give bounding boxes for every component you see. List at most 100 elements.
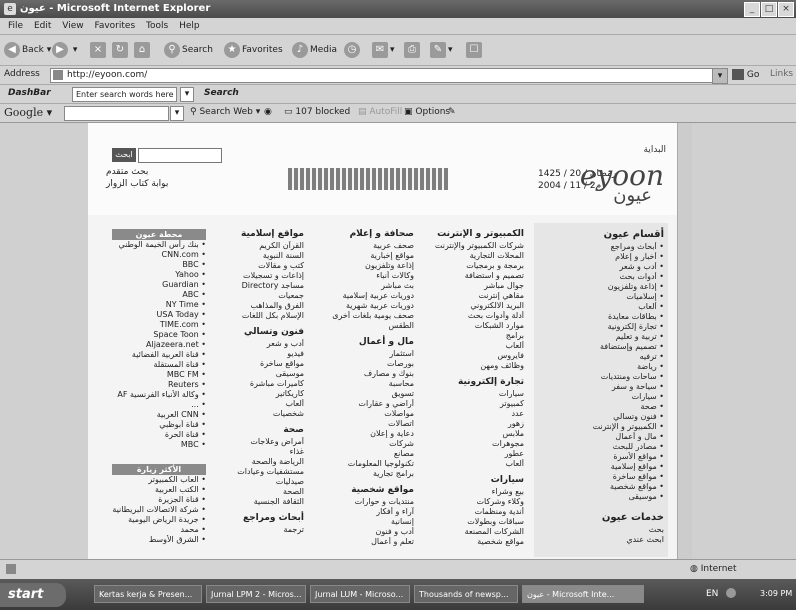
task-button-5[interactable]: عيون - Microsoft Inte... bbox=[522, 585, 644, 603]
link-item[interactable]: السنة النبوية bbox=[212, 251, 304, 261]
computer-heading[interactable]: الكمبيوتر و الإنترنت bbox=[420, 229, 524, 239]
link-item[interactable]: أراضي و عقارات bbox=[310, 399, 414, 409]
address-dropdown-button[interactable]: ▾ bbox=[712, 68, 728, 84]
link-item[interactable]: • Space Toon bbox=[112, 330, 206, 340]
link-item[interactable]: • محمد bbox=[112, 525, 206, 535]
search-button[interactable]: ⚲ Search bbox=[164, 41, 213, 59]
link-item[interactable]: الرياضة والصحة bbox=[212, 457, 304, 467]
link-item[interactable]: البريد الالكتروني bbox=[420, 301, 524, 311]
link-item[interactable]: • تربية و تعليم bbox=[534, 332, 664, 342]
link-item[interactable]: • إسلاميات bbox=[534, 292, 664, 302]
home-link[interactable]: البداية bbox=[643, 145, 666, 155]
link-item[interactable]: ملابس bbox=[420, 429, 524, 439]
home-button[interactable]: ⌂ bbox=[134, 41, 152, 59]
link-item[interactable]: كاميرات مباشرة bbox=[212, 379, 304, 389]
link-item[interactable]: • مواقع الأسرة bbox=[534, 452, 664, 462]
link-item[interactable]: • قناة الحرة bbox=[112, 430, 206, 440]
link-item[interactable]: • تجارة إلكترونية bbox=[534, 322, 664, 332]
go-button[interactable]: Go bbox=[732, 69, 759, 80]
link-item[interactable]: تسويق bbox=[310, 389, 414, 399]
link-item[interactable]: منتديات و حوارات bbox=[310, 497, 414, 507]
link-item[interactable]: مصانع bbox=[310, 449, 414, 459]
link-item[interactable]: أندية ومنظمات bbox=[420, 507, 524, 517]
menu-file[interactable]: File bbox=[8, 21, 23, 31]
link-item[interactable]: • أدوات بحث bbox=[534, 272, 664, 282]
advanced-search-link[interactable]: بحث متقدم bbox=[106, 167, 148, 177]
link-item[interactable]: • فنون وتسالي bbox=[534, 412, 664, 422]
link-item[interactable]: • ألعاب bbox=[534, 302, 664, 312]
link-item[interactable]: تصميم و استضافة bbox=[420, 271, 524, 281]
menu-edit[interactable]: Edit bbox=[34, 21, 51, 31]
link-item[interactable]: صحف يومية بلغات أخرى bbox=[310, 311, 414, 321]
link-item[interactable]: سباقات وبطولات bbox=[420, 517, 524, 527]
link-item[interactable]: شركات bbox=[310, 439, 414, 449]
messenger-button[interactable]: ☐ bbox=[466, 41, 484, 59]
link-item[interactable]: • مال و أعمال bbox=[534, 432, 664, 442]
link-item[interactable]: المحلات التجارية bbox=[420, 251, 524, 261]
link-item[interactable]: بحث bbox=[534, 525, 664, 535]
link-item[interactable]: • Guardian bbox=[112, 280, 206, 290]
link-item[interactable]: • سياحة و سفر bbox=[534, 382, 664, 392]
link-item[interactable]: ترجمة bbox=[212, 525, 305, 535]
history-button[interactable]: ◷ bbox=[344, 41, 362, 59]
link-item[interactable]: • رياضة bbox=[534, 362, 664, 372]
links-label[interactable]: Links bbox=[770, 69, 793, 79]
link-item[interactable]: دعاية و إعلان bbox=[310, 429, 414, 439]
dashbar-dropdown-button[interactable]: ▾ bbox=[180, 87, 194, 102]
link-item[interactable]: • USA Today bbox=[112, 310, 207, 320]
link-item[interactable]: • تصميم وإستضافة bbox=[534, 342, 664, 352]
link-item[interactable]: • MBC FM bbox=[112, 370, 206, 380]
research-heading[interactable]: أبحاث ومراجع bbox=[212, 513, 304, 523]
link-item[interactable]: موسيقى bbox=[212, 369, 304, 379]
link-item[interactable]: فايروس bbox=[420, 351, 524, 361]
link-item[interactable]: دوريات عربية إسلامية bbox=[310, 291, 414, 301]
link-item[interactable]: • قناة المستقلة bbox=[112, 360, 207, 370]
popup-blocker-button[interactable]: ▭ 107 blocked bbox=[284, 107, 350, 117]
link-item[interactable]: أدب و فنون bbox=[310, 527, 414, 537]
cars-heading[interactable]: سيارات bbox=[420, 475, 524, 485]
link-item[interactable]: • موسيقى bbox=[534, 492, 664, 502]
link-item[interactable]: مقاهي إنترنت bbox=[420, 291, 524, 301]
press-heading[interactable]: صحافة و إعلام bbox=[310, 229, 414, 239]
link-item[interactable]: شركات الكمبيوتر والإنترنت bbox=[420, 241, 524, 251]
link-item[interactable]: برمجة و برمجيات bbox=[420, 261, 524, 271]
menu-help[interactable]: Help bbox=[179, 21, 200, 31]
link-item[interactable]: الثقافة الجنسية bbox=[212, 497, 304, 507]
link-item[interactable]: • شركة الاتصالات البريطانية bbox=[112, 505, 206, 515]
link-item[interactable]: اتصالات bbox=[310, 419, 414, 429]
link-item[interactable]: مواقع شخصية bbox=[420, 537, 524, 547]
link-item[interactable]: • MBC bbox=[112, 440, 206, 450]
task-button-1[interactable]: Kertas kerja & Presen... bbox=[94, 585, 202, 603]
options-button[interactable]: ▣ Options bbox=[404, 107, 450, 117]
site-search-button[interactable]: ابحث bbox=[112, 148, 136, 162]
language-indicator[interactable]: EN bbox=[706, 589, 718, 599]
link-item[interactable]: • الكتب العربية bbox=[112, 485, 206, 495]
link-item[interactable]: • مواقع إسلامية bbox=[534, 462, 664, 472]
refresh-button[interactable]: ↻ bbox=[112, 41, 130, 59]
menu-tools[interactable]: Tools bbox=[146, 21, 168, 31]
link-item[interactable]: آراء و أفكار bbox=[310, 507, 414, 517]
back-button[interactable]: ◀ Back ▾ bbox=[4, 41, 51, 59]
maximize-button[interactable]: □ bbox=[761, 2, 777, 17]
google-search-input[interactable] bbox=[64, 106, 169, 121]
link-item[interactable]: برامج تجارية bbox=[310, 469, 414, 479]
google-brand[interactable]: Google ▾ bbox=[4, 106, 52, 119]
pagerank-icon[interactable]: ◉ bbox=[264, 107, 272, 117]
link-item[interactable]: مجوهرات bbox=[420, 439, 524, 449]
link-item[interactable]: • قناة العربية الفضائية bbox=[112, 350, 206, 360]
link-item[interactable]: • وكالة الأنباء الفرنسية AF bbox=[112, 390, 206, 400]
link-item[interactable]: ألعاب bbox=[420, 341, 525, 351]
link-item[interactable]: • Aljazeera.net bbox=[112, 340, 206, 350]
highlight-icon[interactable]: ✎ bbox=[448, 107, 456, 117]
link-item[interactable]: • CNN.com bbox=[112, 250, 206, 260]
link-item[interactable]: • Reuters bbox=[112, 380, 206, 390]
business-heading[interactable]: مال و أعمال bbox=[310, 337, 414, 347]
stop-button[interactable]: × bbox=[90, 41, 108, 59]
print-button[interactable]: ⎙ bbox=[404, 41, 422, 59]
link-item[interactable]: • أخبار و إعلام bbox=[534, 252, 664, 262]
menu-favorites[interactable]: Favorites bbox=[94, 21, 135, 31]
link-item[interactable]: • ABC bbox=[112, 290, 206, 300]
link-item[interactable]: ابحث عندي bbox=[534, 535, 664, 545]
link-item[interactable]: • Yahoo bbox=[112, 270, 206, 280]
start-button[interactable]: start bbox=[0, 583, 66, 607]
